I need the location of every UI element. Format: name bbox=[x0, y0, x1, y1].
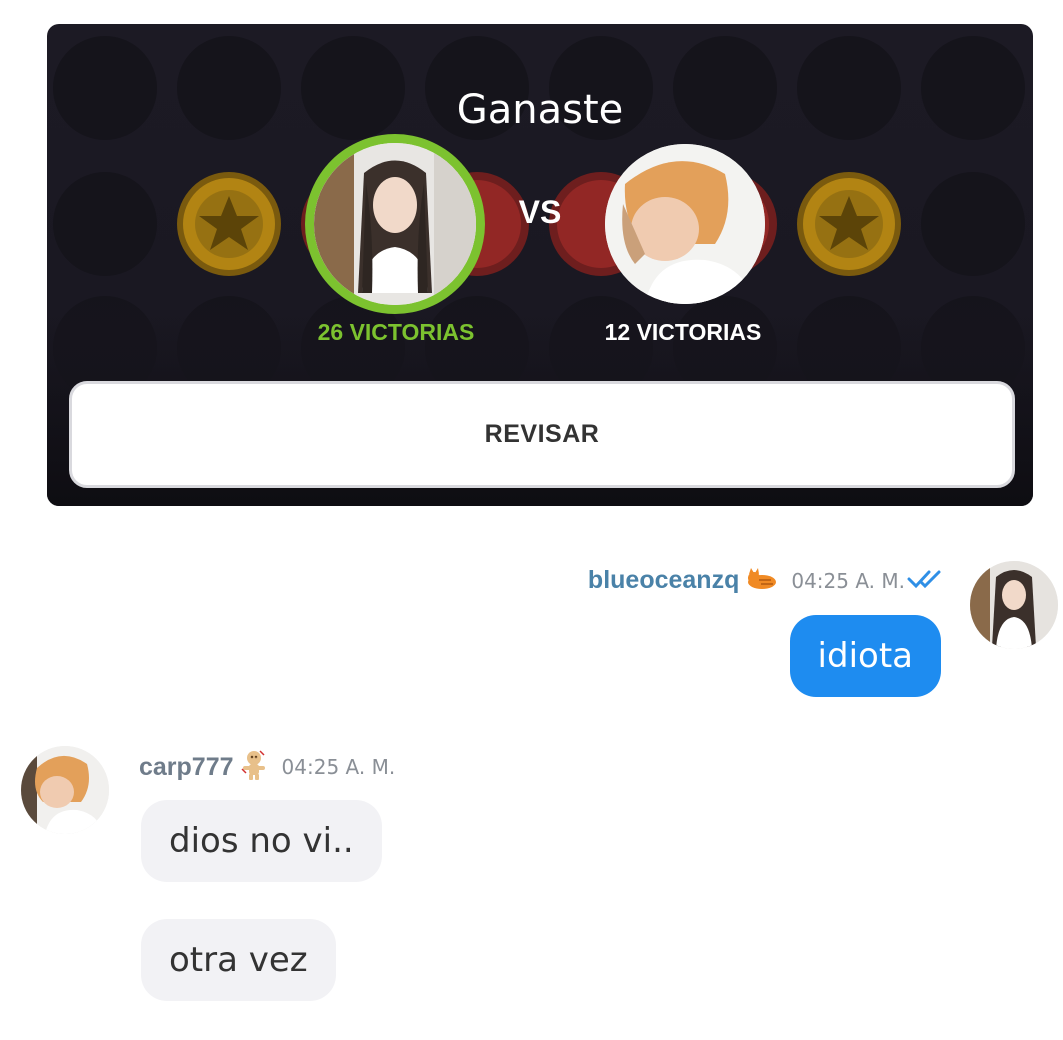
self-avatar[interactable] bbox=[970, 561, 1058, 649]
message-time: 04:25 A. M. bbox=[791, 568, 905, 593]
opponent-avatar[interactable] bbox=[21, 746, 109, 834]
player-opponent-avatar bbox=[605, 144, 765, 304]
incoming-message-bubble[interactable]: otra vez bbox=[141, 919, 336, 1001]
incoming-message-header: carp777 04:25 A. M. bbox=[139, 749, 395, 785]
chat-page: Ganaste VS 26 VICTORIAS 12 VICTORIAS REV… bbox=[0, 0, 1063, 1040]
player-opponent-wins: 12 VICTORIAS bbox=[604, 319, 762, 345]
username[interactable]: blueoceanzq bbox=[588, 566, 739, 595]
double-check-icon bbox=[907, 569, 943, 593]
incoming-message-bubble[interactable]: dios no vi.. bbox=[141, 800, 382, 882]
outgoing-message-header: blueoceanzq 04:25 A. M. bbox=[588, 566, 943, 595]
message-time: 04:25 A. M. bbox=[281, 755, 396, 779]
result-title: Ganaste bbox=[456, 87, 624, 133]
review-button[interactable]: REVISAR bbox=[69, 381, 1015, 488]
player-you-avatar bbox=[314, 143, 476, 305]
player-you-wins: 26 VICTORIAS bbox=[317, 319, 475, 345]
cat-emoji-icon bbox=[745, 567, 777, 594]
voodoo-doll-icon bbox=[240, 749, 268, 785]
winner-avatar-ring bbox=[305, 134, 485, 314]
vs-label: VS bbox=[518, 194, 562, 230]
username[interactable]: carp777 bbox=[139, 753, 234, 782]
outgoing-message-bubble[interactable]: idiota bbox=[789, 615, 941, 697]
game-result-card[interactable]: Ganaste VS 26 VICTORIAS 12 VICTORIAS REV… bbox=[47, 24, 1033, 506]
